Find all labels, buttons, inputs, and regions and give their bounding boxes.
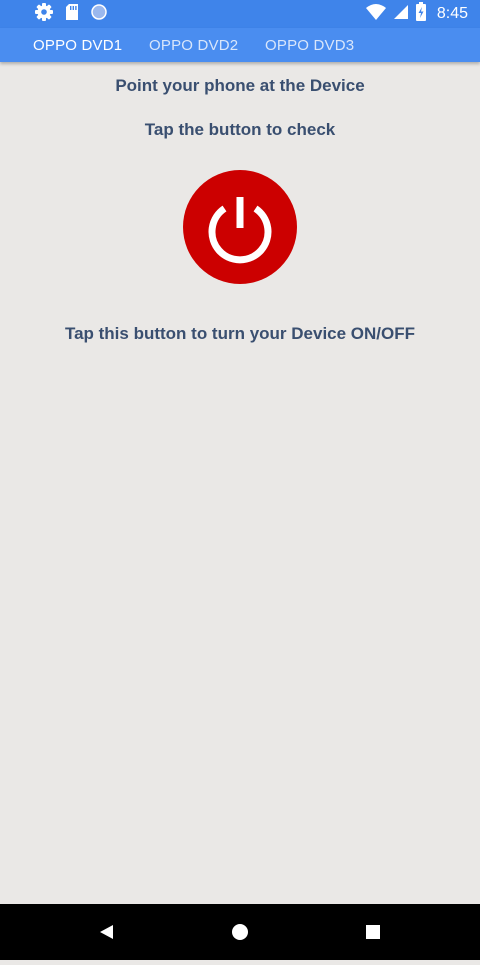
status-bar: 8:45: [0, 0, 480, 28]
power-button[interactable]: [183, 170, 297, 284]
gear-icon: [34, 2, 54, 27]
battery-icon: [415, 1, 427, 27]
instruction-point-phone: Point your phone at the Device: [115, 76, 365, 95]
wifi-icon: [365, 3, 387, 26]
main-content: Point your phone at the Device Tap the b…: [0, 62, 480, 904]
recents-icon: [366, 925, 380, 939]
tab-oppo-dvd1[interactable]: OPPO DVD1: [33, 28, 122, 62]
status-right-icons: 8:45: [365, 1, 468, 27]
recents-button[interactable]: [343, 904, 403, 960]
back-icon: [100, 925, 113, 939]
circle-icon: [90, 3, 108, 26]
status-time: 8:45: [436, 5, 468, 22]
instruction-tap-check: Tap the button to check: [144, 120, 336, 139]
sd-card-icon: [64, 2, 80, 27]
signal-icon: [393, 3, 409, 26]
tab-bar: OPPO DVD1 OPPO DVD2 OPPO DVD3: [0, 28, 480, 62]
power-icon: [208, 197, 272, 264]
status-left-icons: [34, 2, 108, 27]
navigation-bar: [0, 904, 480, 960]
instruction-toggle-device: Tap this button to turn your Device ON/O…: [64, 324, 416, 343]
tab-oppo-dvd3[interactable]: OPPO DVD3: [265, 28, 354, 62]
back-button[interactable]: [77, 904, 137, 960]
home-icon: [232, 924, 248, 940]
tab-oppo-dvd2[interactable]: OPPO DVD2: [149, 28, 238, 62]
home-button[interactable]: [210, 904, 270, 960]
